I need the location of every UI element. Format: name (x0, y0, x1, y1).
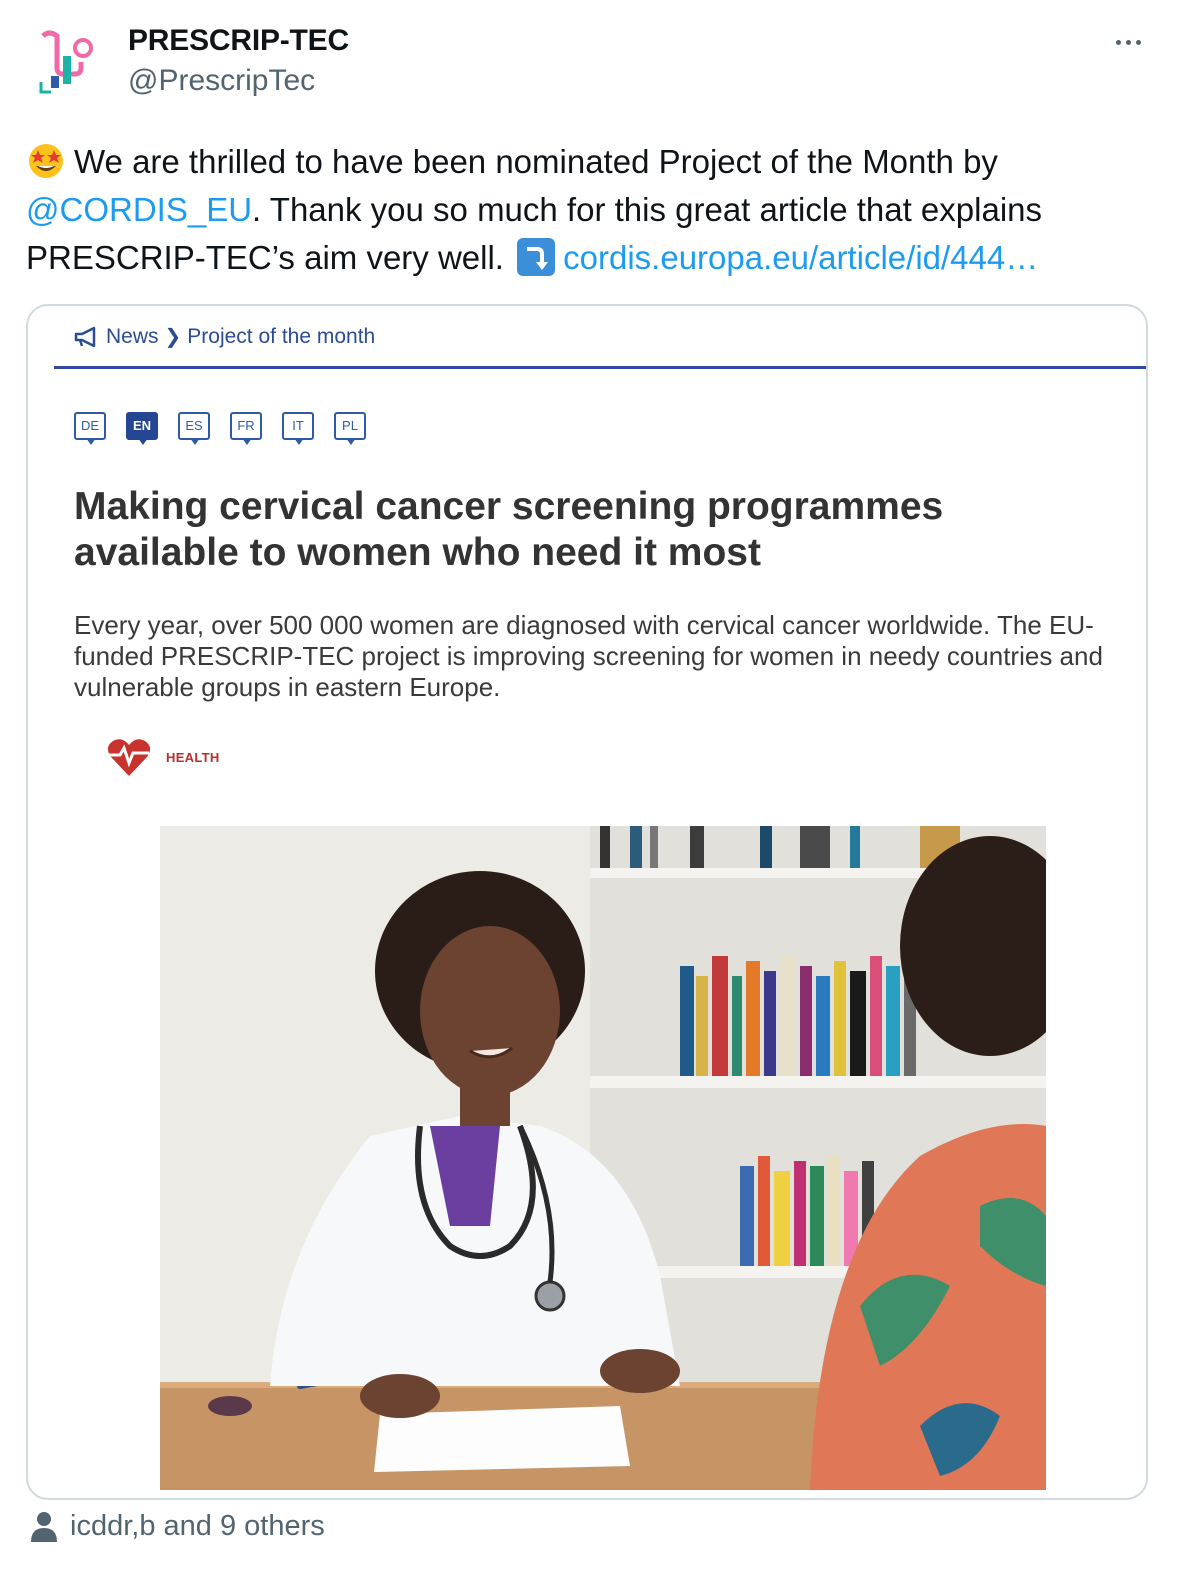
heart-pulse-icon (107, 739, 151, 776)
language-option-es[interactable]: ES (178, 412, 210, 445)
star-struck-emoji-icon (29, 144, 63, 178)
language-option-it[interactable]: IT (282, 412, 314, 445)
chevron-right-icon: ❯ (164, 326, 182, 348)
person-icon (31, 1511, 57, 1542)
display-name[interactable]: PRESCRIP-TEC (128, 24, 349, 58)
language-selector: DE EN ES FR IT PL (74, 412, 386, 445)
right-arrow-curving-down-emoji-icon (517, 238, 556, 276)
language-option-de[interactable]: DE (74, 412, 106, 445)
article-card[interactable]: News ❯ Project of the month DE EN ES FR … (26, 304, 1148, 1500)
more-options-button[interactable] (1108, 24, 1148, 60)
tweet-text: We are thrilled to have been nominated P… (26, 138, 1146, 282)
article-summary: Every year, over 500 000 women are diagn… (74, 610, 1103, 702)
article-image (160, 826, 1046, 1490)
tweet: PRESCRIP-TEC @PrescripTec We are thrille… (0, 0, 1192, 1582)
language-option-pl[interactable]: PL (334, 412, 366, 445)
avatar[interactable] (26, 22, 104, 100)
breadcrumb-news[interactable]: News (106, 325, 159, 349)
article-link[interactable]: cordis.europa.eu/article/id/444… (563, 239, 1038, 276)
breadcrumb: News ❯ Project of the month (74, 324, 375, 349)
tagged-people[interactable]: icddr,b and 9 others (30, 1510, 325, 1543)
tagged-people-label: icddr,b and 9 others (70, 1510, 325, 1542)
dot-icon (1135, 39, 1141, 45)
article-title: Making cervical cancer screening program… (74, 485, 944, 574)
language-option-fr[interactable]: FR (230, 412, 262, 445)
mention-link[interactable]: @CORDIS_EU (26, 191, 252, 228)
category-health[interactable]: HEALTH (106, 736, 220, 778)
language-option-en[interactable]: EN (126, 412, 158, 445)
prescrip-tec-logo-icon (39, 30, 93, 94)
category-label: HEALTH (166, 749, 220, 765)
divider (54, 366, 1146, 369)
tweet-text-part1: We are thrilled to have been nominated P… (74, 143, 998, 180)
dot-icon (1115, 39, 1121, 45)
dot-icon (1125, 39, 1131, 45)
handle[interactable]: @PrescripTec (128, 64, 315, 98)
megaphone-icon (74, 326, 96, 347)
breadcrumb-section[interactable]: Project of the month (187, 325, 375, 349)
